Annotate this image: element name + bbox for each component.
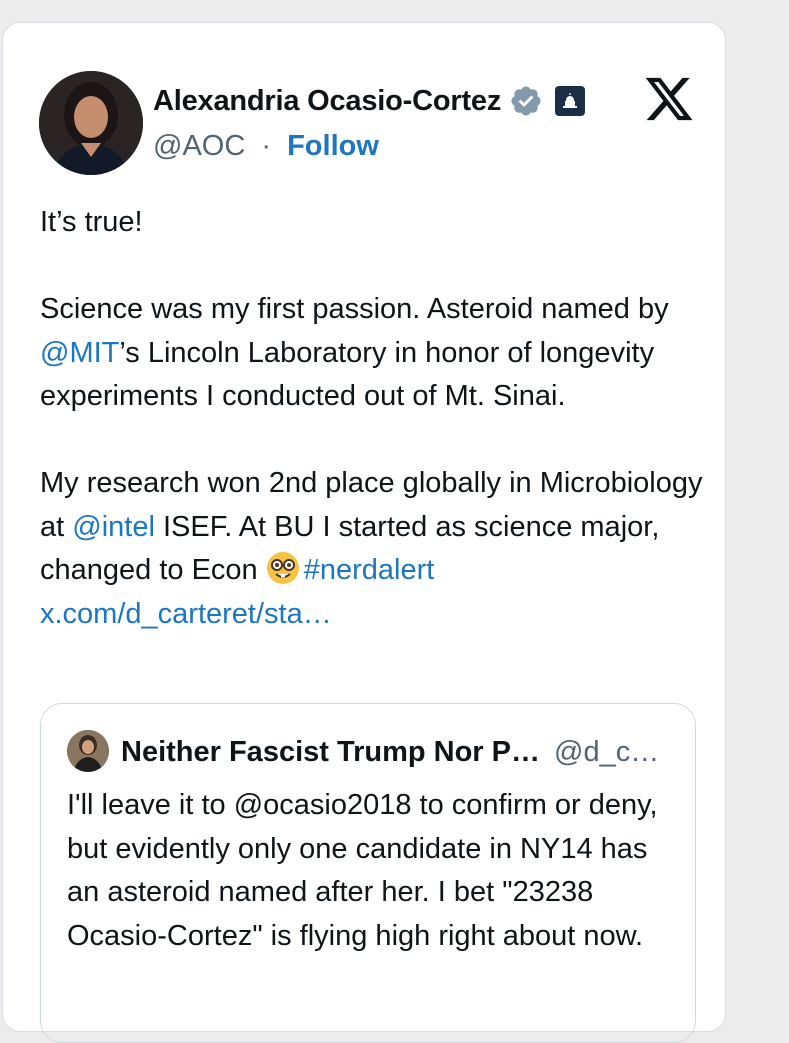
hashtag-nerdalert-link[interactable]: #nerdalert (304, 554, 435, 586)
nerd-face-emoji-icon (266, 551, 300, 585)
tweet-body: It’s true! Science was my first passion.… (40, 201, 710, 636)
follow-button[interactable]: Follow (287, 130, 379, 162)
quoted-author-handle: @d_c… (554, 736, 660, 768)
quoted-tweet-text: I'll leave it to @ocasio2018 to confirm … (67, 789, 658, 952)
quoted-author-avatar (67, 730, 109, 772)
tweet-line-1: It’s true! (40, 206, 143, 238)
separator-dot: · (261, 130, 272, 162)
author-name[interactable]: Alexandria Ocasio-Cortez (153, 85, 501, 118)
tweet-paragraph-2: Science was my first passion. Asteroid n… (40, 293, 677, 412)
tweet-paragraph-3: My research won 2nd place globally in Mi… (40, 467, 711, 630)
author-avatar[interactable] (39, 71, 143, 175)
tweet-text-segment: ’s Lincoln Laboratory in honor of longev… (40, 336, 663, 413)
verified-badge-icon (509, 84, 543, 118)
quoted-tweet[interactable]: Neither Fascist Trump Nor P… @d_c… I'll l… (40, 703, 696, 1043)
government-capitol-icon (555, 86, 586, 116)
x-logo-icon[interactable] (643, 73, 695, 125)
author-handle[interactable]: @AOC (153, 130, 245, 162)
mention-mit-link[interactable]: @MIT (40, 337, 119, 369)
tweet-text-segment: Science was my first passion. Asteroid n… (40, 293, 677, 325)
mention-intel-link[interactable]: @intel (72, 511, 155, 543)
quoted-tweet-url-link[interactable]: x.com/d_carteret/sta… (40, 598, 332, 630)
tweet-card: Alexandria Ocasio-Cortez @AOC · Follow I (2, 22, 726, 1043)
quoted-author-name: Neither Fascist Trump Nor P… (121, 736, 540, 768)
